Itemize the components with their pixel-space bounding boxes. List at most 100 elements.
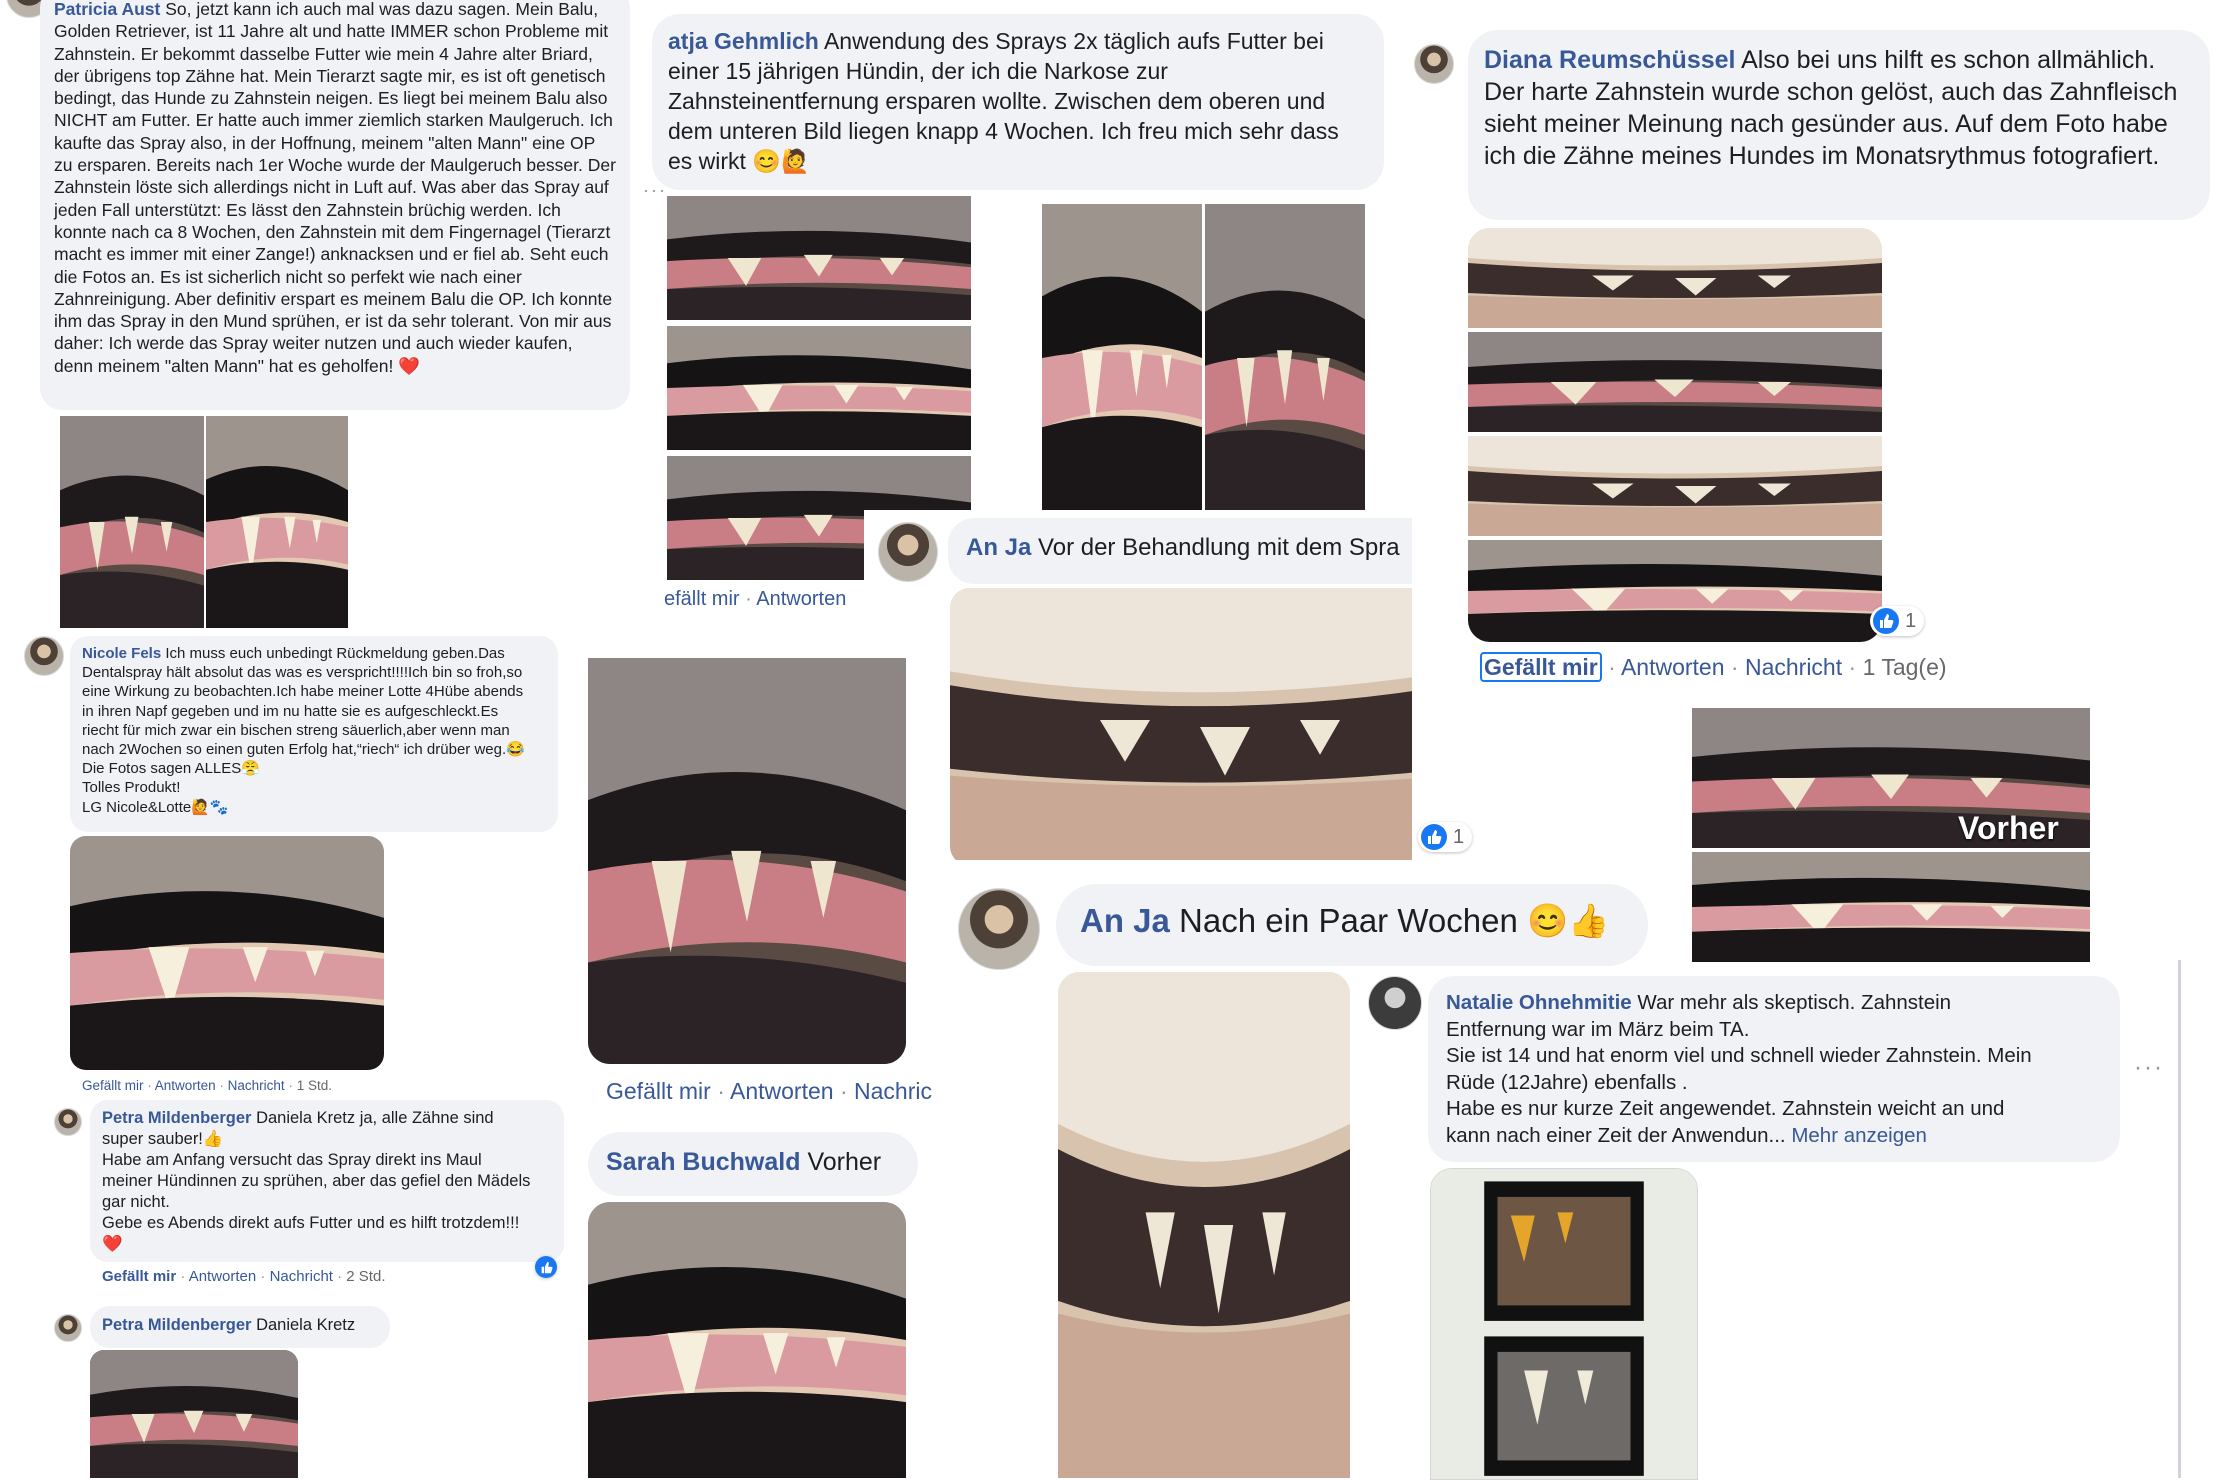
like-link[interactable]: Gefällt mir: [1480, 652, 1602, 682]
comment-petra: Petra Mildenberger Daniela Kretz ja, all…: [90, 1100, 564, 1262]
comment-text: Vor der Behandlung mit dem Spra: [1038, 534, 1400, 561]
like-link[interactable]: efällt mir: [664, 588, 740, 610]
comment-natalie: Natalie Ohnehmitie War mehr als skeptisc…: [1428, 976, 2120, 1162]
comment-photo[interactable]: [1058, 972, 1350, 1478]
reply-link[interactable]: Antworten: [155, 1078, 216, 1093]
message-link[interactable]: Nachricht: [1745, 654, 1842, 680]
comment-nicole: Nicole Fels Ich muss euch unbedingt Rück…: [70, 636, 558, 832]
emoji: 😊👍: [1526, 902, 1610, 939]
comment-text: So, jetzt kann ich auch mal was dazu sag…: [54, 0, 616, 376]
message-link[interactable]: Nachricht: [228, 1078, 285, 1093]
comment-diana: Diana Reumschüssel Also bei uns hilft es…: [1468, 30, 2210, 220]
timestamp[interactable]: 1 Std.: [297, 1078, 332, 1093]
heart-emoji: ❤️: [102, 1235, 123, 1253]
commenter-name[interactable]: Natalie Ohnehmitie: [1446, 991, 1632, 1014]
comment-photo[interactable]: [1692, 852, 2090, 962]
thumbs-up-icon: [1421, 824, 1447, 850]
comment-petra-2: Petra Mildenberger Daniela Kretz: [90, 1306, 390, 1348]
thumbs-up-icon: [535, 1256, 557, 1278]
reply-link[interactable]: Antworten: [730, 1078, 834, 1104]
avatar[interactable]: [958, 888, 1040, 970]
comment-photo[interactable]: [667, 196, 971, 320]
like-count: 1: [1453, 825, 1465, 848]
comment-line: riecht für mich zwar ein bischen streng …: [82, 721, 510, 739]
comment-photo[interactable]: [1468, 540, 1882, 642]
avatar[interactable]: [24, 636, 64, 676]
avatar[interactable]: [1414, 44, 1454, 84]
comment-photo[interactable]: [1468, 436, 1882, 536]
commenter-name[interactable]: An Ja: [966, 534, 1031, 561]
comment-photo[interactable]: [206, 416, 348, 628]
comment-actions: Gefällt mir · Antworten · Nachricht · 1 …: [1480, 652, 1947, 682]
comment-photo[interactable]: [1468, 228, 1882, 328]
comment-text: Vorher: [807, 1148, 882, 1176]
see-more-link[interactable]: Mehr anzeigen: [1791, 1124, 1927, 1147]
commenter-name[interactable]: Patricia Aust: [54, 0, 160, 19]
reply-link[interactable]: Antworten: [756, 588, 846, 610]
comment-actions: Gefällt mir · Antworten · Nachric: [606, 1078, 932, 1104]
comment-line: meiner Hündinnen zu sprühen, aber das ge…: [102, 1172, 531, 1190]
avatar[interactable]: [54, 1314, 82, 1342]
comment-line: Dentalspray hält absolut das was es vers…: [82, 664, 523, 682]
comment-photo[interactable]: [60, 416, 204, 628]
reply-link[interactable]: Antworten: [189, 1268, 257, 1285]
more-options-icon[interactable]: ···: [2134, 1054, 2164, 1082]
commenter-name[interactable]: Sarah Buchwald: [606, 1148, 801, 1176]
comment-line: Rüde (12Jahre) ebenfalls .: [1446, 1070, 1688, 1094]
comment-line: kann nach einer Zeit der Anwendun...: [1446, 1123, 1786, 1147]
comment-photo[interactable]: [588, 1202, 906, 1478]
comment-photo[interactable]: [90, 1350, 298, 1478]
like-count-badge[interactable]: 1: [1870, 606, 1925, 636]
scrollbar[interactable]: [2178, 960, 2181, 1478]
comment-text: Nach ein Paar Wochen: [1179, 902, 1518, 939]
comment-photo[interactable]: [1042, 204, 1202, 512]
like-count-badge[interactable]: 1: [1418, 822, 1473, 852]
comment-text: Daniela Kretz: [256, 1316, 356, 1334]
emoji: 😊🙋: [752, 148, 810, 174]
timestamp[interactable]: 1 Tag(e): [1863, 654, 1947, 680]
comment-photo[interactable]: [1430, 1168, 1698, 1480]
message-link[interactable]: Nachric: [854, 1078, 932, 1104]
comment-line: Tolles Produkt!: [82, 779, 181, 797]
commenter-name[interactable]: atja Gehmlich: [668, 28, 819, 54]
commenter-name[interactable]: Petra Mildenberger: [102, 1316, 251, 1334]
comment-line: Habe am Anfang versucht das Spray direkt…: [102, 1151, 482, 1169]
comment-bubble: An Ja Vor der Behandlung mit dem Spra: [948, 518, 1412, 584]
avatar[interactable]: [878, 522, 938, 582]
commenter-name[interactable]: Diana Reumschüssel: [1484, 46, 1736, 74]
comment-line: nach 2Wochen so einen guten Erfolg hat,“…: [82, 741, 525, 759]
comment-line: Sie ist 14 und hat enorm viel und schnel…: [1446, 1044, 2032, 1068]
comment-line: super sauber!👍: [102, 1130, 224, 1148]
message-link[interactable]: Nachricht: [270, 1268, 333, 1285]
comment-line: eine Wirkung zu beobachten.Ich habe mein…: [82, 683, 524, 701]
commenter-name[interactable]: An Ja: [1080, 902, 1170, 939]
comment-katja: atja Gehmlich Anwendung des Sprays 2x tä…: [652, 14, 1384, 190]
comment-photo[interactable]: [1468, 332, 1882, 432]
thumbs-up-icon: [1873, 608, 1899, 634]
comment-photo[interactable]: [1205, 204, 1365, 512]
like-link[interactable]: Gefällt mir: [102, 1268, 176, 1285]
comment-photo[interactable]: [667, 326, 971, 450]
comment-line: Habe es nur kurze Zeit angewendet. Zahns…: [1446, 1097, 2005, 1121]
comment-line: in ihren Napf gegeben und im nu hatte si…: [82, 702, 499, 720]
comment-line: Gebe es Abends direkt aufs Futter und es…: [102, 1214, 520, 1232]
timestamp[interactable]: 2 Std.: [346, 1268, 385, 1285]
commenter-name[interactable]: Petra Mildenberger: [102, 1109, 251, 1127]
comment-actions: Gefällt mir · Antworten · Nachricht · 1 …: [82, 1078, 332, 1093]
avatar[interactable]: [1368, 976, 1422, 1030]
like-count: 1: [1905, 609, 1917, 632]
comment-line: Ich muss euch unbedingt Rückmeldung gebe…: [165, 645, 505, 662]
commenter-name[interactable]: Nicole Fels: [82, 645, 161, 662]
like-link[interactable]: Gefällt mir: [606, 1078, 711, 1104]
comment-photo[interactable]: [588, 658, 906, 1064]
avatar[interactable]: [54, 1108, 82, 1136]
comment-anja-after: An Ja Nach ein Paar Wochen 😊👍: [1056, 884, 1648, 966]
reply-link[interactable]: Antworten: [1621, 654, 1725, 680]
comment-line: Die Fotos sagen ALLES😤: [82, 760, 260, 778]
comment-photo[interactable]: [950, 588, 1412, 860]
like-reaction-icon[interactable]: [535, 1256, 557, 1278]
comment-line: Entfernung war im März beim TA.: [1446, 1017, 1750, 1041]
comment-line: War mehr als skeptisch. Zahnstein: [1637, 991, 1952, 1014]
like-link[interactable]: Gefällt mir: [82, 1078, 144, 1093]
comment-photo[interactable]: [70, 836, 384, 1070]
